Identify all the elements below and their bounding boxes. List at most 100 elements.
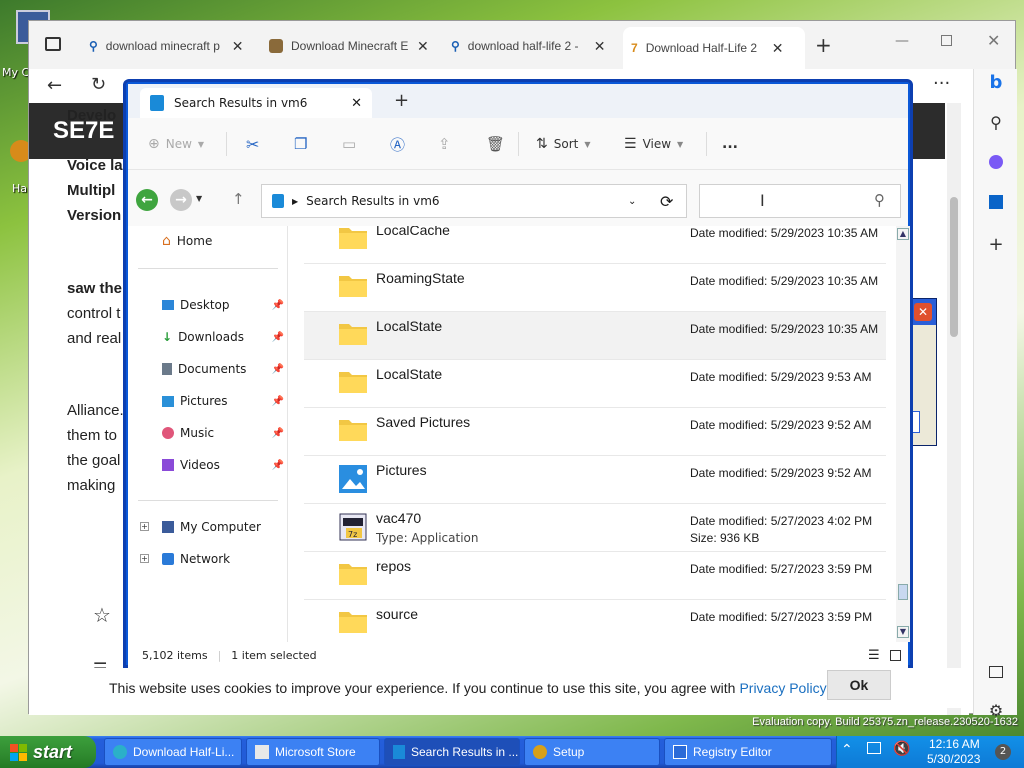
nav-my-computer[interactable]: My Computer [162,516,284,538]
new-tab-icon[interactable]: + [394,90,409,111]
close-tab-icon[interactable]: ✕ [594,38,606,55]
taskbar-item-setup[interactable]: Setup [524,738,660,766]
pin-icon[interactable]: 📌 [272,300,284,311]
volume-icon[interactable]: 🔇 [893,741,910,757]
cookie-ok-button[interactable]: Ok [827,670,891,700]
nav-desktop[interactable]: Desktop 📌 [162,294,284,316]
search-icon[interactable]: ⚲ [985,111,1007,133]
paste-button[interactable]: ▭ [342,118,356,170]
scroll-down-icon[interactable]: ▼ [897,626,909,638]
close-tab-icon[interactable]: ✕ [232,38,244,55]
tab-actions-icon[interactable] [45,37,61,51]
close-tab-icon[interactable]: ✕ [351,96,362,111]
refresh-icon[interactable]: ⟳ [660,192,673,211]
toolbar-divider [518,132,519,156]
sidebar-toggle-icon[interactable] [985,661,1007,683]
file-name: Pictures [376,462,427,478]
close-tab-icon[interactable]: ✕ [772,40,784,57]
search-icon[interactable]: ⚲ [874,191,885,209]
file-row[interactable]: Saved Pictures Date modified: 5/29/2023 9… [304,408,886,456]
back-button[interactable]: ← [136,189,158,211]
scroll-up-icon[interactable]: ▲ [897,228,909,240]
sort-button[interactable]: ⇅ Sort ▼ [536,118,591,170]
new-tab-icon[interactable]: + [815,33,832,57]
star-icon[interactable]: ☆ [93,603,111,627]
explorer-tab[interactable]: Search Results in vm6 ✕ [140,88,372,118]
file-row[interactable]: source Date modified: 5/27/2023 3:59 PM [304,600,886,642]
nav-videos[interactable]: Videos 📌 [162,454,284,476]
nav-documents[interactable]: Documents 📌 [162,358,284,380]
nav-pictures[interactable]: Pictures 📌 [162,390,284,412]
file-list-scrollbar[interactable]: ▲ ▼ [896,226,910,642]
more-options-button[interactable]: ... [722,118,738,170]
privacy-policy-link[interactable]: Privacy Policy [739,680,826,696]
notification-badge[interactable]: 2 [995,744,1011,760]
show-hidden-icons[interactable]: ⌃ [841,742,853,758]
more-menu-icon[interactable]: ··· [933,73,950,94]
file-row[interactable]: Pictures Date modified: 5/29/2023 9:52 AM [304,456,886,504]
maximize-icon[interactable] [941,35,952,46]
scroll-thumb[interactable] [950,197,958,337]
expand-icon[interactable]: + [140,522,149,531]
address-field[interactable]: ▶ Search Results in vm6 ⌄ ⟳ [261,184,687,218]
search-input[interactable]: I ⚲ [699,184,901,218]
taskbar-item-store[interactable]: Microsoft Store [246,738,380,766]
add-icon[interactable]: + [985,233,1007,255]
pin-icon[interactable]: 📌 [272,396,284,407]
file-row[interactable]: LocalState Date modified: 5/29/2023 9:53 … [304,360,886,408]
tiles-view-icon[interactable] [890,649,901,661]
tab-download-halflife-search[interactable]: ⚲ download half-life 2 - ✕ [443,30,614,62]
tab-download-minecraft-search[interactable]: ⚲ download minecraft p ✕ [81,30,252,62]
close-icon[interactable]: ✕ [987,31,1000,50]
tab-download-halflife-site[interactable]: 7 Download Half-Life 2 ✕ [623,27,805,69]
tab-download-minecraft-site[interactable]: Download Minecraft E ✕ [261,30,437,62]
new-button[interactable]: ⊕ New ▼ [148,118,204,170]
expand-icon[interactable]: + [140,554,149,563]
network-icon[interactable] [867,742,881,754]
nav-network[interactable]: Network [162,548,284,570]
clock-date[interactable]: 5/30/2023 [927,752,980,766]
share-button[interactable]: ⇪ [438,118,451,170]
refresh-icon[interactable]: ↻ [91,74,106,95]
file-row[interactable]: RoamingState Date modified: 5/29/2023 10:… [304,264,886,312]
add-icon: ⊕ [148,136,160,152]
history-dropdown-icon[interactable]: ▼ [196,194,202,203]
pin-icon[interactable]: 📌 [272,460,284,471]
scroll-thumb[interactable] [898,584,908,600]
file-row[interactable]: repos Date modified: 5/27/2023 3:59 PM [304,552,886,600]
pin-icon[interactable]: 📌 [272,364,284,375]
bing-icon[interactable]: b [985,71,1007,93]
copilot-icon[interactable] [985,151,1007,173]
start-button[interactable]: start [0,736,96,768]
pin-icon[interactable]: 📌 [272,332,284,343]
file-row[interactable]: LocalState Date modified: 5/29/2023 10:35… [304,312,886,360]
forward-button[interactable]: → [170,189,192,211]
page-scrollbar[interactable] [947,103,961,715]
details-view-icon[interactable]: ☰ [868,648,880,663]
delete-button[interactable]: 🗑 [486,118,505,170]
taskbar-item-registry[interactable]: Registry Editor [664,738,832,766]
file-row[interactable]: LocalCache Date modified: 5/29/2023 10:35… [304,226,886,264]
nav-music[interactable]: Music 📌 [162,422,284,444]
close-tab-icon[interactable]: ✕ [417,38,429,55]
pin-icon[interactable]: 📌 [272,428,284,439]
address-dropdown-icon[interactable]: ⌄ [628,196,636,207]
application-icon: 7z [338,512,368,542]
nav-home[interactable]: ⌂ Home [162,230,284,252]
file-row[interactable]: 7z vac470 Type: Application Date modified: … [304,504,886,552]
nav-downloads[interactable]: ↓ Downloads 📌 [162,326,284,348]
minimize-icon[interactable]: — [895,33,909,49]
close-icon[interactable]: ✕ [914,303,932,321]
rename-button[interactable]: Ⓐ [390,118,405,170]
clock-time[interactable]: 12:16 AM [929,737,980,751]
nav-label: Home [176,234,213,248]
copy-button[interactable]: ❐ [294,118,307,170]
taskbar-item-browser[interactable]: Download Half-Li... [104,738,242,766]
cut-button[interactable]: ✂ [246,118,259,170]
chevron-down-icon: ▼ [584,139,591,149]
view-button[interactable]: ☰ View ▼ [624,118,683,170]
taskbar-item-explorer[interactable]: Search Results in ... [384,738,520,766]
outlook-icon[interactable] [985,191,1007,213]
up-arrow-icon[interactable]: ↑ [232,190,245,208]
back-icon[interactable]: ← [47,75,62,96]
